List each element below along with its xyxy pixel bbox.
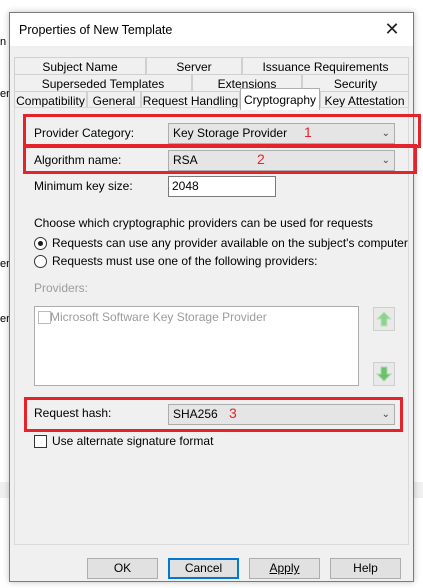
bg-text-fragment: n — [0, 36, 7, 48]
providers-list[interactable]: Microsoft Software Key Storage Provider — [34, 306, 359, 386]
apply-button-label: Apply — [269, 561, 300, 575]
provider-item-label: Microsoft Software Key Storage Provider — [50, 310, 267, 324]
annotation-box-1 — [23, 114, 421, 148]
alternate-signature-label[interactable]: Use alternate signature format — [52, 434, 213, 448]
radio-any-provider[interactable] — [34, 237, 47, 250]
minimum-key-size-label: Minimum key size: — [34, 179, 133, 193]
annotation-label-2: 2 — [257, 151, 265, 167]
radio-any-provider-label[interactable]: Requests can use any provider available … — [52, 236, 408, 250]
arrow-down-icon — [375, 366, 393, 382]
title-bar: Properties of New Template ✕ — [10, 13, 413, 46]
annotation-label-1: 1 — [304, 124, 312, 140]
minimum-key-size-input[interactable]: 2048 — [168, 176, 276, 197]
ok-button[interactable]: OK — [87, 558, 158, 579]
move-up-button[interactable] — [373, 307, 395, 331]
cancel-button[interactable]: Cancel — [168, 558, 239, 579]
annotation-label-3: 3 — [229, 405, 237, 421]
alternate-signature-checkbox[interactable] — [34, 435, 47, 448]
move-down-button[interactable] — [373, 362, 395, 386]
annotation-box-3 — [24, 397, 403, 432]
properties-dialog: Properties of New Template ✕ Subject Nam… — [9, 12, 414, 582]
tab-cryptography[interactable]: Cryptography — [240, 88, 320, 110]
help-button[interactable]: Help — [330, 558, 401, 579]
annotation-box-2 — [23, 144, 417, 174]
radio-specific-provider[interactable] — [34, 255, 47, 268]
radio-specific-provider-label[interactable]: Requests must use one of the following p… — [52, 254, 317, 268]
choose-providers-text: Choose which cryptographic providers can… — [34, 216, 373, 230]
providers-label: Providers: — [34, 281, 89, 295]
dialog-title: Properties of New Template — [19, 23, 173, 37]
apply-button[interactable]: Apply — [249, 558, 320, 579]
arrow-up-icon — [375, 311, 393, 327]
close-icon[interactable]: ✕ — [381, 18, 403, 40]
